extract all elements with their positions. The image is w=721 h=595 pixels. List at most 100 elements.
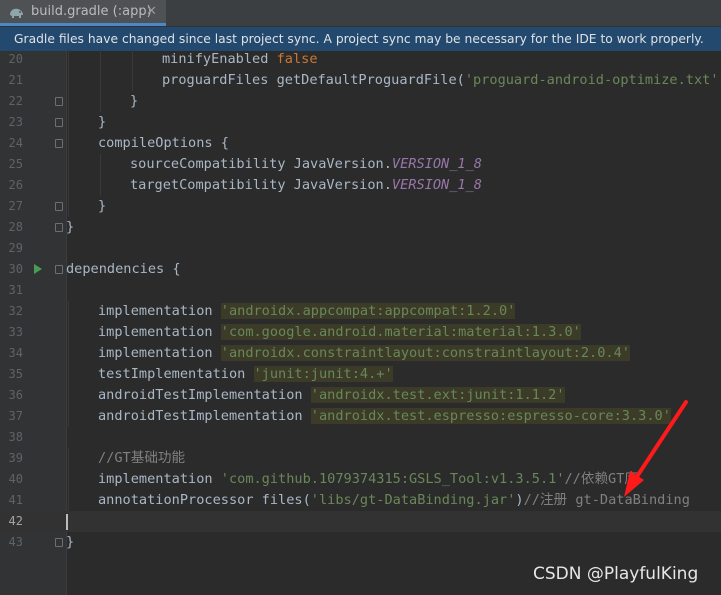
code-text: implementation 'com.google.android.mater…: [98, 322, 581, 343]
line-number: 43: [8, 535, 23, 549]
csdn-watermark: CSDN @PlayfulKing: [533, 564, 699, 584]
line-number: 41: [8, 493, 23, 507]
line-number: 25: [8, 157, 23, 171]
comment-token: //GT基础功能: [98, 450, 186, 466]
code-line[interactable]: 37 androidTestImplementation 'androidx.te…: [0, 406, 721, 427]
code-line[interactable]: 23}: [0, 112, 721, 133]
code-line[interactable]: 41 annotationProcessor files('libs/gt-Dat…: [0, 490, 721, 511]
code-text: //GT基础功能: [98, 448, 185, 469]
code-text: }: [66, 532, 74, 553]
constant-token: VERSION_1_8: [391, 156, 482, 172]
fold-marker-icon[interactable]: [55, 538, 63, 547]
line-number: 30: [8, 262, 23, 276]
code-line[interactable]: 35 testImplementation 'junit:junit:4.+': [0, 364, 721, 385]
indent-guide: [132, 70, 133, 91]
indent-guide: [100, 154, 101, 175]
comment-token: //注册 gt-DataBinding: [523, 492, 690, 508]
code-line[interactable]: 33 implementation 'com.google.android.mat…: [0, 322, 721, 343]
code-text: androidTestImplementation 'androidx.test…: [98, 385, 565, 406]
code-line[interactable]: 34 implementation 'androidx.constraintlay…: [0, 343, 721, 364]
indent-guide: [68, 301, 69, 322]
code-token: compileOptions {: [98, 135, 229, 151]
code-line[interactable]: 31: [0, 280, 721, 301]
code-text: proguardFiles getDefaultProguardFile('pr…: [162, 70, 721, 91]
line-number: 26: [8, 178, 23, 192]
indent-guide: [68, 448, 69, 469]
code-line[interactable]: 42: [0, 511, 721, 532]
line-number: 42: [8, 514, 23, 528]
line-number: 23: [8, 115, 23, 129]
code-text: implementation 'androidx.appcompat:appco…: [98, 301, 516, 322]
line-number: 24: [8, 136, 23, 150]
code-text: minifyEnabled false: [162, 49, 318, 70]
code-text: targetCompatibility JavaVersion.VERSION_…: [130, 175, 482, 196]
indent-guide: [68, 469, 69, 490]
code-line[interactable]: 36 androidTestImplementation 'androidx.te…: [0, 385, 721, 406]
fold-marker-icon[interactable]: [55, 223, 63, 232]
code-line[interactable]: 26 targetCompatibility JavaVersion.VERSIO…: [0, 175, 721, 196]
indent-guide: [68, 175, 69, 196]
indent-guide: [68, 490, 69, 511]
indent-guide: [68, 196, 69, 217]
code-editor[interactable]: 20 minifyEnabled false 21 proguardFiles get…: [0, 49, 721, 595]
code-line[interactable]: 40 implementation 'com.github.1079374315:…: [0, 469, 721, 490]
string-token: 'com.github.1079374315:GSLS_Tool:v1.3.5.…: [220, 471, 565, 487]
fold-marker-icon[interactable]: [55, 97, 63, 106]
string-token: 'androidx.test.espresso:espresso-core:3.…: [310, 408, 671, 424]
line-number: 28: [8, 220, 23, 234]
code-token: testImplementation: [98, 366, 254, 382]
code-token: }: [66, 534, 75, 550]
code-line[interactable]: 22}: [0, 91, 721, 112]
line-number: 35: [8, 367, 23, 381]
code-line[interactable]: 20 minifyEnabled false: [0, 49, 721, 70]
indent-guide: [100, 70, 101, 91]
line-number: 31: [8, 283, 23, 297]
indent-guide: [68, 91, 69, 112]
code-line[interactable]: 38: [0, 427, 721, 448]
text-caret: [66, 514, 68, 530]
string-token: 'androidx.appcompat:appcompat:1.2.0': [220, 303, 516, 319]
fold-marker-icon[interactable]: [55, 139, 63, 148]
code-line[interactable]: 27}: [0, 196, 721, 217]
code-line[interactable]: 24 compileOptions {: [0, 133, 721, 154]
line-number: 40: [8, 472, 23, 486]
code-line[interactable]: 32 implementation 'androidx.appcompat:app…: [0, 301, 721, 322]
indent-guide: [100, 175, 101, 196]
code-text: testImplementation 'junit:junit:4.+': [98, 364, 393, 385]
indent-guide: [68, 343, 69, 364]
code-token: minifyEnabled: [162, 51, 277, 67]
code-line[interactable]: 29: [0, 238, 721, 259]
indent-guide: [68, 154, 69, 175]
code-token: targetCompatibility JavaVersion.: [130, 177, 392, 193]
gradle-sync-notification: Gradle files have changed since last pro…: [0, 27, 721, 51]
fold-marker-icon[interactable]: [55, 202, 63, 211]
string-token: 'androidx.test.ext:junit:1.1.2': [310, 387, 565, 403]
code-line[interactable]: 28}: [0, 217, 721, 238]
code-token: ): [515, 492, 524, 508]
line-number: 22: [8, 94, 23, 108]
code-token: dependencies {: [66, 261, 181, 277]
code-token: implementation: [98, 324, 221, 340]
code-token: }: [130, 93, 139, 109]
line-number: 38: [8, 430, 23, 444]
line-number: 32: [8, 304, 23, 318]
line-number: 27: [8, 199, 23, 213]
code-text: compileOptions {: [98, 133, 229, 154]
indent-guide: [68, 406, 69, 427]
code-line[interactable]: 30 dependencies {: [0, 259, 721, 280]
code-token: }: [98, 114, 107, 130]
code-line[interactable]: 25 sourceCompatibility JavaVersion.VERSIO…: [0, 154, 721, 175]
line-number: 20: [8, 52, 23, 66]
code-text: }: [130, 91, 138, 112]
fold-marker-icon[interactable]: [55, 118, 63, 127]
code-line[interactable]: 39 //GT基础功能: [0, 448, 721, 469]
close-icon[interactable]: ✕: [146, 4, 157, 19]
fold-marker-icon[interactable]: [55, 265, 63, 274]
run-icon[interactable]: [34, 264, 42, 274]
code-line[interactable]: 43}: [0, 532, 721, 553]
indent-guide: [68, 112, 69, 133]
string-token: 'com.google.android.material:material:1.…: [220, 324, 581, 340]
tab-build-gradle-app[interactable]: build.gradle (:app) ✕: [0, 0, 166, 26]
code-line[interactable]: 21 proguardFiles getDefaultProguardFile('…: [0, 70, 721, 91]
code-text: implementation 'com.github.1079374315:GS…: [98, 469, 638, 490]
